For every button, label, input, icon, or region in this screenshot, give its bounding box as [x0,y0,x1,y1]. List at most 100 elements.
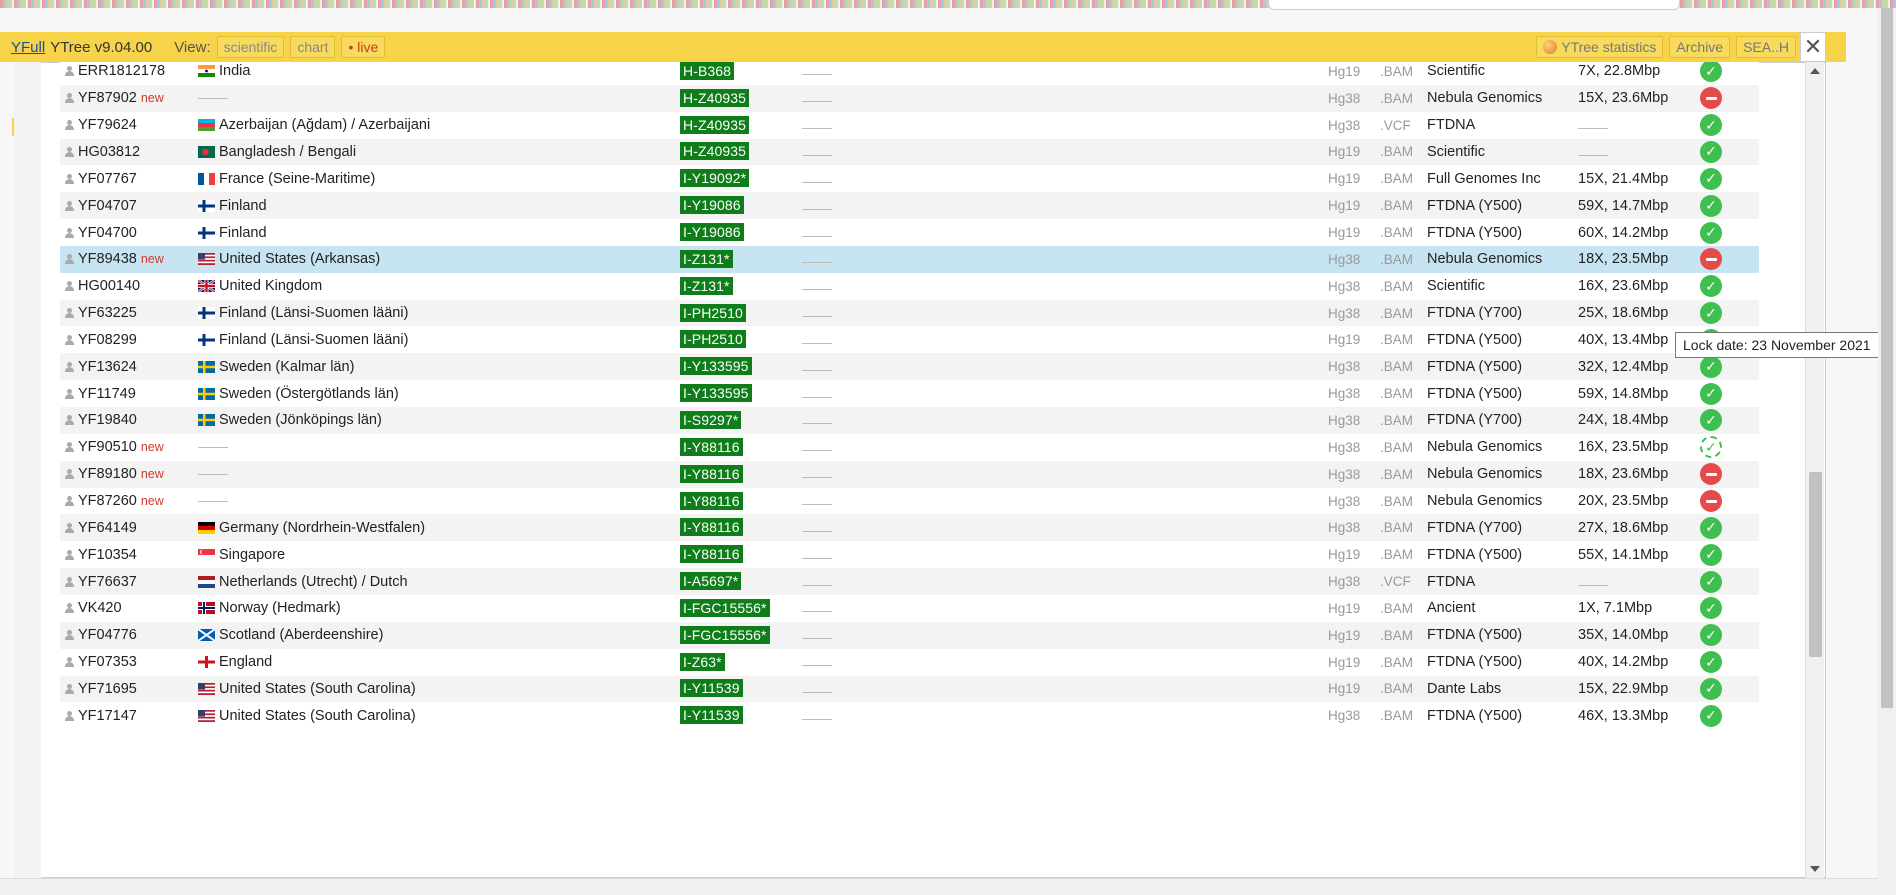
sample-id-cell[interactable]: YF89438 new [64,251,164,267]
table-row[interactable]: YF04776 Scotland (Aberdeenshire) I-FGC1555… [60,621,1759,649]
table-row[interactable]: YF19840 Sweden (Jönköpings län) I-S9297* Hg… [60,407,1759,434]
status-ok-icon[interactable]: ✓ [1700,167,1722,190]
status-ok-icon[interactable]: ✓ [1700,221,1722,244]
close-icon[interactable]: ✕ [1800,32,1826,62]
sample-id[interactable]: YF64149 [78,520,137,536]
search-button[interactable]: SEA..H [1736,36,1796,58]
sample-id[interactable]: YF76637 [78,574,137,590]
haplogroup-badge[interactable]: I-FGC15556* [680,598,770,617]
table-row[interactable]: ERR1812178 India H-B368 Hg19 .BAM Scientific 7… [60,58,1759,85]
status-ok-icon[interactable]: ✓ [1700,624,1722,647]
status-rejected-icon[interactable] [1700,463,1722,486]
haplogroup-badge[interactable]: I-Y88116 [680,464,743,483]
brand-link[interactable]: YFull [11,39,45,56]
haplogroup-badge[interactable]: I-Y88116 [680,437,743,456]
sample-id-cell[interactable]: YF08299 [64,332,137,348]
sample-id[interactable]: YF13624 [78,359,137,375]
haplogroup-badge[interactable]: I-Z131* [680,276,733,295]
status-ok-icon[interactable]: ✓ [1700,140,1722,163]
sample-id-cell[interactable]: HG03812 [64,144,140,160]
table-row[interactable]: YF08299 Finland (Länsi-Suomen lääni) I-PH2… [60,326,1759,354]
table-row[interactable]: YF87902 new H-Z40935 Hg38 .BAM Nebula Genomic… [60,84,1759,112]
table-row[interactable]: YF13624 Sweden (Kalmar län) I-Y133595 Hg38.… [60,353,1759,381]
search-box[interactable] [1268,0,1680,10]
window-scrollbar[interactable] [1878,8,1896,895]
view-chart-button[interactable]: chart [290,36,336,58]
table-row[interactable]: YF71695 United States (South Carolina) I-Y… [60,675,1759,703]
sample-id-cell[interactable]: YF13624 [64,359,137,375]
sample-id[interactable]: YF07353 [78,654,137,670]
haplogroup-badge[interactable]: I-Y133595 [680,357,752,376]
table-row[interactable]: YF89180 new I-Y88116 Hg38 .BAM Nebula Genomic… [60,460,1759,488]
haplogroup-badge[interactable]: I-Y19086 [680,196,744,215]
table-row[interactable]: YF76637 Netherlands (Utrecht) / Dutch I-A5… [60,568,1759,595]
table-row[interactable]: HG00140 United Kingdom I-Z131* Hg38 .BAM Scie… [60,272,1759,300]
haplogroup-badge[interactable]: I-S9297* [680,410,742,429]
status-ok-icon[interactable]: ✓ [1700,704,1722,727]
sample-id-cell[interactable]: VK420 [64,600,122,616]
status-ok-icon[interactable]: ✓ [1700,275,1722,298]
haplogroup-badge[interactable]: H-Z40935 [680,115,750,134]
sample-id-cell[interactable]: YF11749 [64,386,136,402]
ytree-statistics-button[interactable]: YTree statistics [1536,36,1664,58]
haplogroup-badge[interactable]: H-Z40935 [680,142,750,161]
status-ok-icon[interactable]: ✓ [1700,382,1722,405]
table-row[interactable]: YF90510 new I-Y88116 Hg38 .BAM Nebula Genomic… [60,433,1759,461]
haplogroup-badge[interactable]: I-PH2510 [680,330,746,349]
sample-id-cell[interactable]: YF10354 [64,547,137,563]
table-row[interactable]: VK420 Norway (Hedmark) I-FGC15556* Hg19 .BAM… [60,595,1759,622]
sample-id[interactable]: YF89180 [78,466,137,482]
table-row[interactable]: YF63225 Finland (Länsi-Suomen lääni) I-PH2… [60,299,1759,327]
status-ok-icon[interactable]: ✓ [1700,677,1722,700]
status-ok-icon[interactable]: ✓ [1700,302,1722,325]
sample-id-cell[interactable]: YF17147 [64,708,137,724]
sample-id[interactable]: YF08299 [78,332,137,348]
haplogroup-badge[interactable]: H-Z40935 [680,88,750,107]
haplogroup-badge[interactable]: I-Y19092* [680,169,750,188]
window-scrollbar-thumb[interactable] [1881,8,1893,708]
sample-id[interactable]: VK420 [78,600,122,616]
sample-id[interactable]: YF10354 [78,547,137,563]
sample-id[interactable]: YF04700 [78,225,137,241]
table-row[interactable]: YF79624 Azerbaijan (Ağdam) / Azerbaijani H… [60,111,1759,139]
sample-id-cell[interactable]: ERR1812178 [64,63,165,79]
status-ok-icon[interactable]: ✓ [1700,409,1722,432]
sample-id[interactable]: YF87260 [78,493,137,509]
status-ok-icon[interactable]: ✓ [1700,114,1722,137]
sample-id-cell[interactable]: YF19840 [64,412,137,428]
sample-id-cell[interactable]: YF64149 [64,520,137,536]
table-row[interactable]: YF64149 Germany (Nordrhein-Westfalen) I-Y8… [60,514,1759,542]
haplogroup-badge[interactable]: I-Y133595 [680,384,752,403]
table-row[interactable]: YF11749 Sweden (Östergötlands län) I-Y1335… [60,380,1759,408]
sample-id-cell[interactable]: YF63225 [64,305,137,321]
status-ok-icon[interactable]: ✓ [1700,543,1722,566]
sample-id[interactable]: YF87902 [78,90,137,106]
sample-id-cell[interactable]: YF87902 new [64,90,164,106]
table-row[interactable]: YF17147 United States (South Carolina) I-Y… [60,702,1759,730]
status-rejected-icon[interactable] [1700,87,1722,110]
haplogroup-badge[interactable]: I-A5697* [680,572,742,591]
sample-id-cell[interactable]: HG00140 [64,278,140,294]
panel-scrollbar[interactable] [1805,62,1824,878]
scroll-up-arrow-icon[interactable] [1810,68,1820,74]
table-row[interactable]: YF89438 new United States (Arkansas) I-Z131… [60,245,1759,273]
sample-id-cell[interactable]: YF04776 [64,627,137,643]
sample-id-cell[interactable]: YF71695 [64,681,137,697]
status-ok-icon[interactable]: ✓ [1700,597,1722,620]
sample-id[interactable]: YF19840 [78,412,137,428]
archive-button[interactable]: Archive [1669,36,1731,58]
haplogroup-badge[interactable]: I-PH2510 [680,303,746,322]
table-row[interactable]: YF10354 Singapore I-Y88116 Hg19 .BAM FTDNA (Y… [60,541,1759,569]
table-row[interactable]: YF04707 Finland I-Y19086 Hg19 .BAM FTDNA (Y50… [60,192,1759,220]
sample-id-cell[interactable]: YF76637 [64,574,137,590]
view-live-button[interactable]: • live [341,36,386,58]
sample-id-cell[interactable]: YF89180 new [64,466,164,482]
haplogroup-badge[interactable]: I-Y88116 [680,518,743,537]
sample-id[interactable]: YF04707 [78,198,137,214]
sample-id-cell[interactable]: YF04707 [64,198,137,214]
view-scientific-button[interactable]: scientific [216,36,285,58]
sample-id[interactable]: YF71695 [78,681,137,697]
sample-id-cell[interactable]: YF87260 new [64,493,164,509]
sample-id[interactable]: YF17147 [78,708,137,724]
sample-id[interactable]: YF79624 [78,117,137,133]
